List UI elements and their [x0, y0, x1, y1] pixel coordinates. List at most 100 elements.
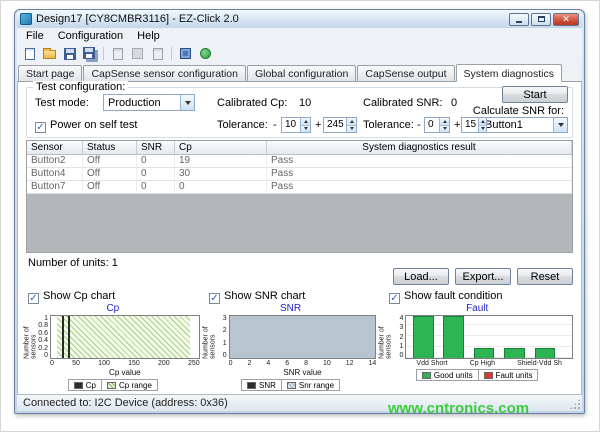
tab-system-diagnostics[interactable]: System diagnostics [456, 64, 562, 82]
snr-plot-area [229, 315, 377, 359]
cp-tolerance-low-value: 10 [282, 118, 300, 132]
apply-to-device-icon[interactable] [177, 45, 194, 62]
close-button[interactable]: ✕ [553, 13, 579, 26]
test-mode-select[interactable]: Production [103, 94, 195, 111]
legend-label: Cp [86, 381, 96, 390]
chevron-down-icon[interactable] [180, 95, 194, 110]
header-result: System diagnostics result [267, 141, 572, 154]
reset-button[interactable]: Reset [517, 268, 573, 285]
cell-sensor: Button7 [27, 181, 83, 193]
y-axis-ticks: 43210 [390, 315, 405, 359]
menu-file[interactable]: File [19, 29, 51, 43]
spin-up-icon[interactable] [479, 118, 486, 126]
chart-legend: Cp Cp range [26, 379, 200, 391]
y-axis-label: Number of sensors [26, 315, 35, 359]
legend-label: Cp range [119, 381, 152, 390]
tick-label: 1 [223, 340, 227, 347]
tick-label: 6 [285, 359, 289, 368]
tick-label: Shield-Vdd Sh [517, 359, 562, 368]
tick-label: 0 [223, 352, 227, 359]
spin-down-icon[interactable] [479, 126, 486, 133]
tab-capsense-sensor-configuration[interactable]: CapSense sensor configuration [83, 65, 246, 81]
spin-down-icon[interactable] [440, 126, 449, 133]
menu-bar: File Configuration Help [17, 28, 582, 44]
test-mode-label: Test mode: [35, 97, 89, 109]
import-file-icon[interactable] [129, 45, 146, 62]
tab-global-configuration[interactable]: Global configuration [247, 65, 356, 81]
print-icon[interactable] [149, 45, 166, 62]
tick-label: 0.4 [38, 337, 48, 344]
cell-cp: 19 [175, 155, 267, 167]
chart-title: SNR [205, 303, 377, 315]
tab-start-page[interactable]: Start page [18, 65, 82, 81]
show-fault-condition-toggle[interactable]: ✓Show fault condition [389, 290, 502, 304]
legend-item: SNR [241, 379, 282, 391]
export-file-icon[interactable] [109, 45, 126, 62]
test-mode-value: Production [104, 97, 180, 109]
cell-cp: 30 [175, 168, 267, 180]
tick-label: 0 [44, 352, 48, 359]
start-button[interactable]: Start [502, 86, 568, 103]
maximize-button[interactable] [531, 13, 551, 26]
tick-label: 1 [44, 315, 48, 322]
export-button[interactable]: Export... [455, 268, 511, 285]
chart-title: Cp [26, 303, 200, 315]
table-header: Sensor Status SNR Cp System diagnostics … [27, 141, 572, 155]
cell-snr: 0 [137, 181, 175, 193]
fault-chart: Fault Number of sensors 43210 Vdd ShortC… [381, 303, 573, 391]
tick-label: 4 [399, 315, 403, 322]
table-row[interactable]: Button2 Off 0 19 Pass [27, 155, 572, 168]
title-bar[interactable]: Design17 [CY8CMBR3116] - EZ-Click 2.0 ✕ [17, 10, 582, 28]
legend-swatch [287, 382, 296, 389]
new-design-icon[interactable] [21, 45, 38, 62]
spin-up-icon[interactable] [440, 118, 449, 126]
legend-item: Good units [416, 369, 479, 381]
minimize-icon [516, 21, 522, 23]
menu-help[interactable]: Help [130, 29, 167, 43]
legend-swatch [247, 382, 256, 389]
calculate-snr-select[interactable]: Button1 [480, 117, 568, 133]
table-row[interactable]: Button7 Off 0 0 Pass [27, 181, 572, 194]
tick-label: 14 [368, 359, 376, 368]
minus-sign: - [417, 119, 421, 131]
spin-up-icon[interactable] [301, 118, 310, 126]
spin-up-icon[interactable] [347, 118, 356, 126]
minimize-button[interactable] [509, 13, 529, 26]
table-row[interactable]: Button4 Off 0 30 Pass [27, 168, 572, 181]
x-axis-ticks: Vdd ShortCp HighShield-Vdd Sh [405, 359, 573, 368]
tick-label: 2 [248, 359, 252, 368]
snr-tolerance-low-spinner[interactable]: 0 [424, 117, 450, 133]
calculate-snr-value: Button1 [481, 119, 553, 131]
spin-down-icon[interactable] [347, 126, 356, 133]
bar [443, 316, 464, 358]
menu-configuration[interactable]: Configuration [51, 29, 130, 43]
legend-label: Fault units [496, 371, 533, 380]
save-design-icon[interactable] [61, 45, 78, 62]
cp-tolerance-low-spinner[interactable]: 10 [281, 117, 311, 133]
tick-label: 2 [223, 327, 227, 334]
connect-device-icon[interactable] [197, 45, 214, 62]
spin-down-icon[interactable] [301, 126, 310, 133]
cp-tolerance-high-spinner[interactable]: 245 [323, 117, 357, 133]
load-button[interactable]: Load... [393, 268, 449, 285]
resize-grip-icon[interactable] [569, 398, 581, 410]
chevron-down-icon[interactable] [553, 118, 567, 132]
range-band [230, 316, 376, 358]
power-self-test-toggle[interactable]: ✓Power on self test [35, 119, 137, 133]
power-self-test-checkbox[interactable]: ✓ [35, 122, 46, 133]
open-design-icon[interactable] [41, 45, 58, 62]
calibrated-cp-label: Calibrated Cp: [217, 97, 287, 109]
cell-result: Pass [267, 155, 572, 167]
tick-label: 200 [158, 359, 170, 368]
bar [68, 316, 70, 358]
legend-item: Cp [68, 379, 102, 391]
show-cp-chart-toggle[interactable]: ✓Show Cp chart [28, 290, 115, 304]
legend-label: SNR [259, 381, 276, 390]
tab-capsense-output[interactable]: CapSense output [357, 65, 454, 81]
show-snr-chart-toggle[interactable]: ✓Show SNR chart [209, 290, 305, 304]
snr-tolerance-high-spinner[interactable]: 15 [461, 117, 487, 133]
tick-label: 50 [72, 359, 80, 368]
save-all-icon[interactable] [81, 45, 98, 62]
cell-status: Off [83, 168, 137, 180]
legend-item: Fault units [478, 369, 539, 381]
